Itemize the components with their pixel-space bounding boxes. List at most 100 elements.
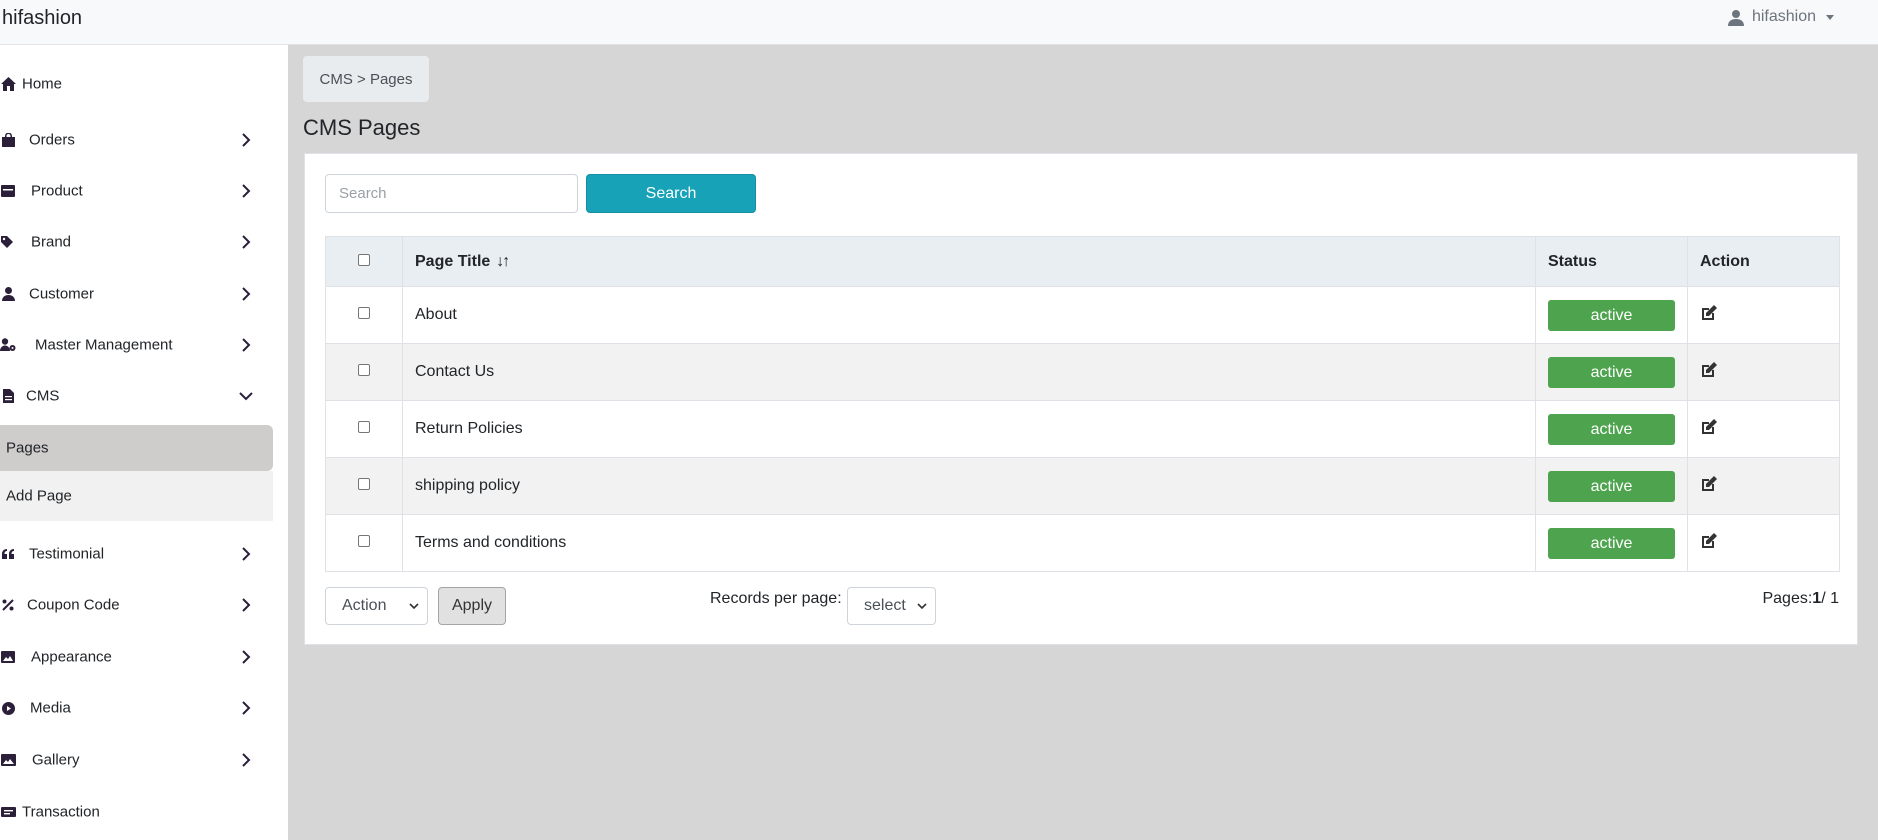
sidebar-item-orders[interactable]: Orders: [0, 117, 273, 163]
bulk-action-select[interactable]: Action: [325, 587, 428, 625]
shopping-bag-icon: [0, 132, 16, 148]
records-per-page-select[interactable]: select: [847, 587, 936, 625]
sidebar-item-testimonial[interactable]: Testimonial: [0, 531, 273, 577]
table-row: shipping policy active: [325, 457, 1840, 515]
sidebar-item-product[interactable]: Product: [0, 168, 273, 214]
sidebar-item-label: Testimonial: [29, 545, 105, 563]
status-badge[interactable]: active: [1548, 413, 1675, 445]
cms-pages-card: Search Page Title ↓↑ Status Action About …: [304, 153, 1858, 645]
sidebar-subitem-add-page[interactable]: Add Page: [0, 471, 273, 521]
quote-icon: [0, 546, 16, 562]
action-cell: [1687, 400, 1840, 458]
sidebar-item-label: Home: [22, 75, 63, 93]
money-bill-icon: [0, 804, 16, 820]
edit-icon[interactable]: [1700, 532, 1718, 550]
chevron-right-icon: [242, 598, 251, 612]
sidebar-item-gallery[interactable]: Gallery: [0, 737, 273, 783]
caret-down-icon: [1826, 14, 1834, 20]
sidebar-item-appearance[interactable]: Appearance: [0, 634, 273, 680]
sidebar-item-label: Appearance: [31, 648, 112, 666]
sidebar-subitem-label: Add Page: [6, 487, 72, 505]
status-badge[interactable]: active: [1548, 470, 1675, 502]
user-icon: [1727, 9, 1744, 26]
chevron-down-icon: [409, 603, 419, 610]
status-cell: active: [1535, 457, 1688, 515]
sidebar-subitem-label: Pages: [6, 439, 49, 457]
sidebar-item-transaction[interactable]: Transaction: [0, 789, 273, 835]
sidebar-item-master-management[interactable]: Master Management: [0, 322, 273, 368]
row-checkbox-cell: [325, 343, 403, 401]
chevron-down-icon: [917, 603, 927, 610]
pages-prefix: Pages:: [1762, 590, 1813, 607]
column-header-page-title[interactable]: Page Title ↓↑: [402, 236, 1536, 287]
edit-icon[interactable]: [1700, 418, 1718, 436]
status-cell: active: [1535, 343, 1688, 401]
status-badge[interactable]: active: [1548, 356, 1675, 388]
page-title-cell: Contact Us: [402, 343, 1536, 401]
row-checkbox-cell: [325, 400, 403, 458]
page-title-cell: About: [402, 286, 1536, 344]
sidebar-item-label: Coupon Code: [27, 596, 120, 614]
page-title-cell: Return Policies: [402, 400, 1536, 458]
user-icon: [0, 286, 16, 302]
sidebar-item-label: CMS: [26, 387, 60, 405]
select-all-cell: [325, 236, 403, 287]
breadcrumb[interactable]: CMS > Pages: [303, 56, 429, 102]
sidebar-item-media[interactable]: Media: [0, 685, 273, 731]
chevron-right-icon: [242, 753, 251, 767]
edit-icon[interactable]: [1700, 304, 1718, 322]
current-page: 1: [1812, 590, 1822, 607]
search-input[interactable]: [325, 174, 578, 213]
row-checkbox[interactable]: [358, 307, 370, 319]
home-icon: [0, 76, 16, 92]
row-checkbox[interactable]: [358, 421, 370, 433]
sidebar-item-label: Product: [31, 182, 83, 200]
row-checkbox[interactable]: [358, 478, 370, 490]
user-menu[interactable]: hifashion: [1727, 8, 1834, 26]
table-row: Contact Us active: [325, 343, 1840, 401]
sidebar-item-coupon-code[interactable]: Coupon Code: [0, 582, 273, 628]
row-checkbox-cell: [325, 514, 403, 572]
sidebar-item-brand[interactable]: Brand: [0, 219, 273, 265]
sidebar-item-home[interactable]: Home: [0, 61, 273, 107]
sort-icon[interactable]: ↓↑: [496, 253, 510, 271]
images-icon: [0, 752, 16, 768]
select-all-checkbox[interactable]: [358, 253, 370, 266]
bulk-action-value: Action: [342, 597, 387, 614]
sidebar-subitem-pages[interactable]: Pages: [0, 425, 273, 471]
status-cell: active: [1535, 514, 1688, 572]
page-title-cell: Terms and conditions: [402, 514, 1536, 572]
apply-button[interactable]: Apply: [438, 587, 506, 625]
status-cell: active: [1535, 400, 1688, 458]
file-icon: [0, 388, 16, 404]
status-badge[interactable]: active: [1548, 299, 1675, 331]
records-per-page-value: select: [864, 597, 906, 614]
tags-icon: [0, 234, 16, 250]
total-pages: / 1: [1821, 590, 1839, 607]
sidebar-item-label: Brand: [31, 233, 72, 251]
percent-icon: [0, 597, 16, 613]
sidebar-item-cms[interactable]: CMS: [0, 373, 273, 419]
sidebar-item-label: Media: [30, 699, 71, 717]
chevron-right-icon: [242, 133, 251, 147]
chevron-right-icon: [242, 287, 251, 301]
chevron-right-icon: [242, 184, 251, 198]
row-checkbox[interactable]: [358, 364, 370, 376]
edit-icon[interactable]: [1700, 475, 1718, 493]
chevron-right-icon: [242, 547, 251, 561]
status-badge[interactable]: active: [1548, 527, 1675, 559]
row-checkbox[interactable]: [358, 535, 370, 547]
sidebar-item-label: Gallery: [32, 751, 80, 769]
records-per-page-label: Records per page:: [710, 590, 842, 607]
pagination-info: Pages:1/ 1: [1762, 590, 1839, 608]
sidebar-item-label: Transaction: [22, 803, 100, 821]
search-button[interactable]: Search: [586, 174, 756, 213]
page-title: CMS Pages: [303, 115, 421, 140]
row-checkbox-cell: [325, 286, 403, 344]
user-gear-icon: [0, 337, 16, 353]
top-navbar: hifashion hifashion: [0, 0, 1878, 45]
sidebar-item-customer[interactable]: Customer: [0, 271, 273, 317]
play-circle-icon: [0, 700, 16, 716]
edit-icon[interactable]: [1700, 361, 1718, 379]
brand-name[interactable]: hifashion: [2, 7, 82, 30]
